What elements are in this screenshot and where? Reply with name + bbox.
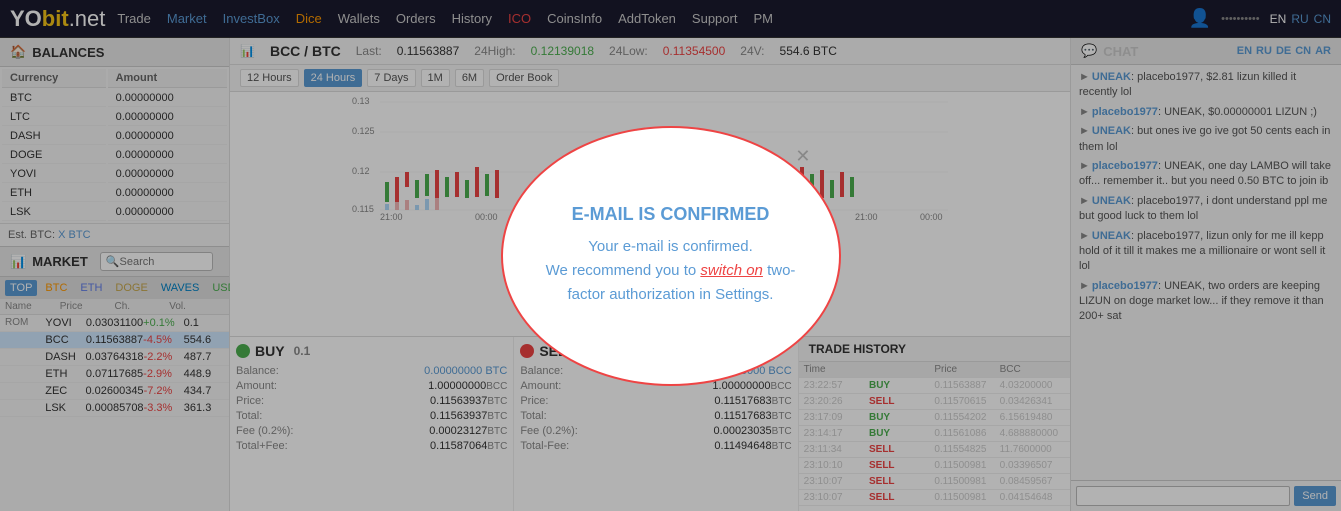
modal-overlay[interactable]: ✕ E-MAIL IS CONFIRMED Your e-mail is con… <box>0 0 1341 511</box>
modal-box: ✕ E-MAIL IS CONFIRMED Your e-mail is con… <box>501 126 841 386</box>
modal-body: Your e-mail is confirmed. We recommend y… <box>533 235 809 307</box>
modal-title: E-MAIL IS CONFIRMED <box>572 204 770 225</box>
modal-close-button[interactable]: ✕ <box>795 146 810 167</box>
modal-line2-before: We recommend you to <box>546 262 701 279</box>
modal-switch-link[interactable]: switch on <box>700 262 763 279</box>
modal-line1: Your e-mail is confirmed. <box>588 238 753 255</box>
